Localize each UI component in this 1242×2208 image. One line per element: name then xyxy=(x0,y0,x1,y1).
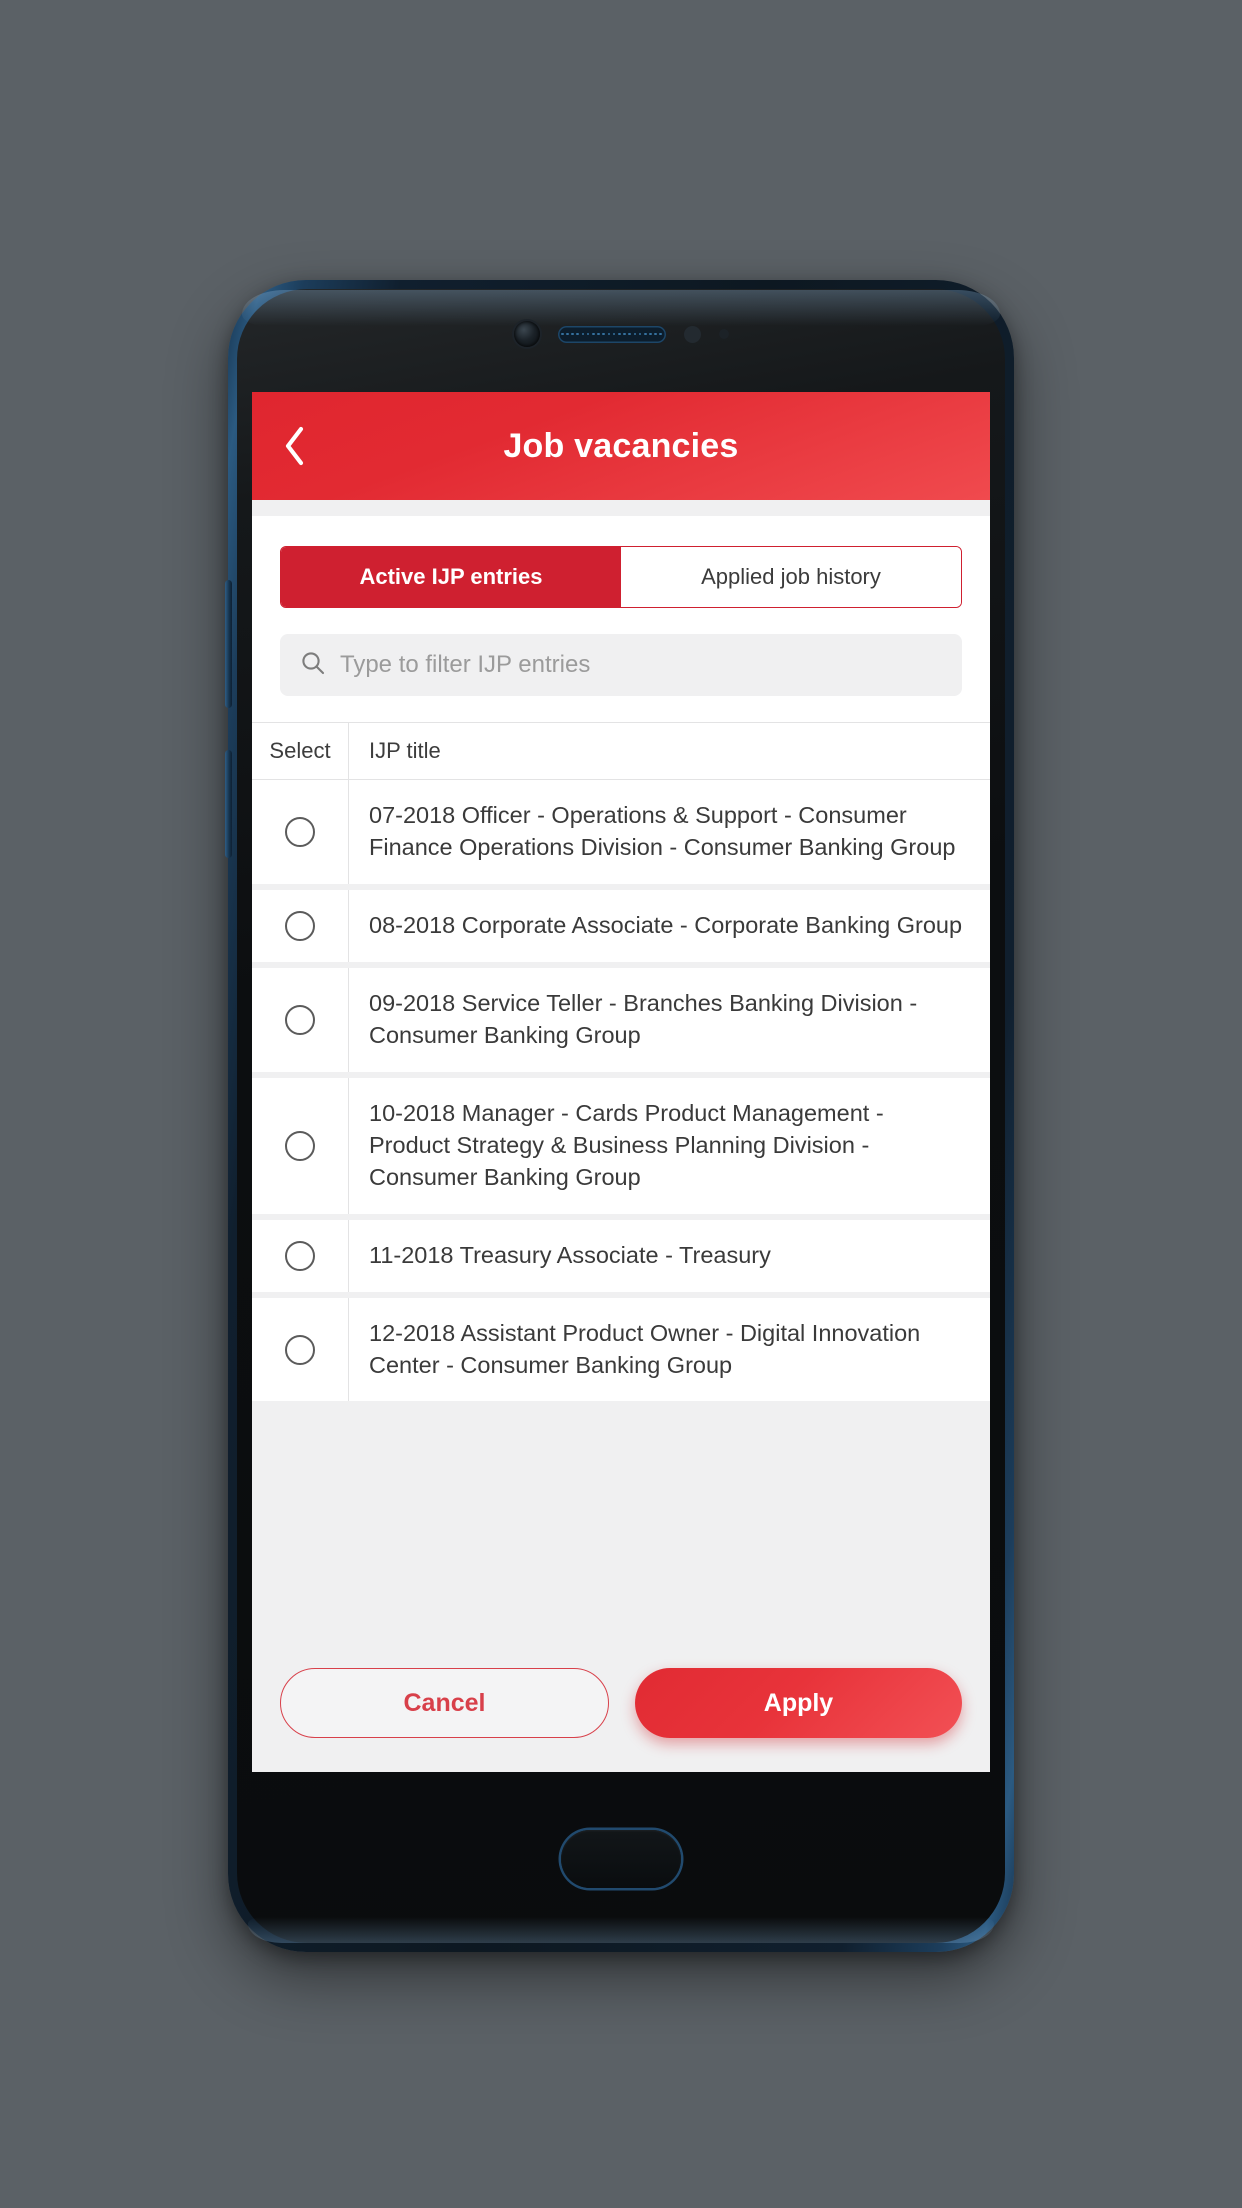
phone-device: Job vacancies Active IJP entries Applied… xyxy=(225,280,1014,1952)
proximity-sensor-icon xyxy=(683,325,701,343)
chevron-left-icon xyxy=(281,424,307,468)
sensor-cluster xyxy=(228,314,1014,354)
content-card: Active IJP entries Applied job history T… xyxy=(252,516,990,1772)
radio-button[interactable] xyxy=(285,1334,315,1365)
tab-label: Active IJP entries xyxy=(359,564,543,589)
radio-button[interactable] xyxy=(285,910,315,941)
table-row[interactable]: 11-2018 Treasury Associate - Treasury xyxy=(252,1219,990,1298)
row-title: 10-2018 Manager - Cards Product Manageme… xyxy=(348,1077,990,1214)
tab-group: Active IJP entries Applied job history xyxy=(280,546,962,608)
tab-active-ijp-entries[interactable]: Active IJP entries xyxy=(281,547,621,607)
row-select-cell[interactable] xyxy=(252,780,348,884)
column-header-ijp-title: IJP title xyxy=(348,723,990,779)
front-camera-icon xyxy=(513,321,540,347)
row-select-cell[interactable] xyxy=(252,1298,348,1402)
radio-button[interactable] xyxy=(285,1240,315,1271)
radio-button[interactable] xyxy=(285,1004,315,1035)
row-title: 11-2018 Treasury Associate - Treasury xyxy=(348,1219,990,1292)
phone-screen: Job vacancies Active IJP entries Applied… xyxy=(252,392,990,1772)
apply-button[interactable]: Apply xyxy=(635,1668,962,1738)
volume-button[interactable] xyxy=(225,580,232,708)
search-icon xyxy=(300,650,326,681)
row-title: 09-2018 Service Teller - Branches Bankin… xyxy=(348,967,990,1072)
table-row[interactable]: 09-2018 Service Teller - Branches Bankin… xyxy=(252,967,990,1078)
radio-button[interactable] xyxy=(285,816,315,847)
row-title: 07-2018 Officer - Operations & Support -… xyxy=(348,780,990,884)
search-field[interactable] xyxy=(280,634,962,696)
tab-label: Applied job history xyxy=(701,564,881,589)
earpiece-speaker-icon xyxy=(557,325,666,343)
light-sensor-icon xyxy=(718,329,729,339)
table-header: Select IJP title xyxy=(252,722,990,780)
table-row[interactable]: 08-2018 Corporate Associate - Corporate … xyxy=(252,889,990,968)
page-title: Job vacancies xyxy=(503,426,739,465)
search-input[interactable] xyxy=(340,651,942,679)
table-row[interactable]: 07-2018 Officer - Operations & Support -… xyxy=(252,780,990,890)
app-bar: Job vacancies xyxy=(252,392,990,500)
power-button[interactable] xyxy=(225,750,232,858)
table-row[interactable]: 10-2018 Manager - Cards Product Manageme… xyxy=(252,1077,990,1220)
cancel-button[interactable]: Cancel xyxy=(280,1668,609,1738)
row-select-cell[interactable] xyxy=(252,890,348,962)
radio-button[interactable] xyxy=(285,1130,315,1161)
table-row[interactable]: 12-2018 Assistant Product Owner - Digita… xyxy=(252,1297,990,1408)
ijp-table: Select IJP title 07-2018 Officer - Opera… xyxy=(252,722,990,1638)
column-header-select: Select xyxy=(269,738,331,763)
row-select-cell[interactable] xyxy=(252,1220,348,1292)
tab-applied-job-history[interactable]: Applied job history xyxy=(621,547,961,607)
back-button[interactable] xyxy=(252,392,336,500)
row-title: 12-2018 Assistant Product Owner - Digita… xyxy=(348,1297,990,1402)
home-button[interactable] xyxy=(561,1830,681,1888)
row-select-cell[interactable] xyxy=(252,1078,348,1214)
screen-content: Active IJP entries Applied job history T… xyxy=(252,500,990,1772)
action-bar: Cancel Apply xyxy=(252,1638,990,1772)
row-title: 08-2018 Corporate Associate - Corporate … xyxy=(348,889,990,962)
row-select-cell[interactable] xyxy=(252,968,348,1072)
